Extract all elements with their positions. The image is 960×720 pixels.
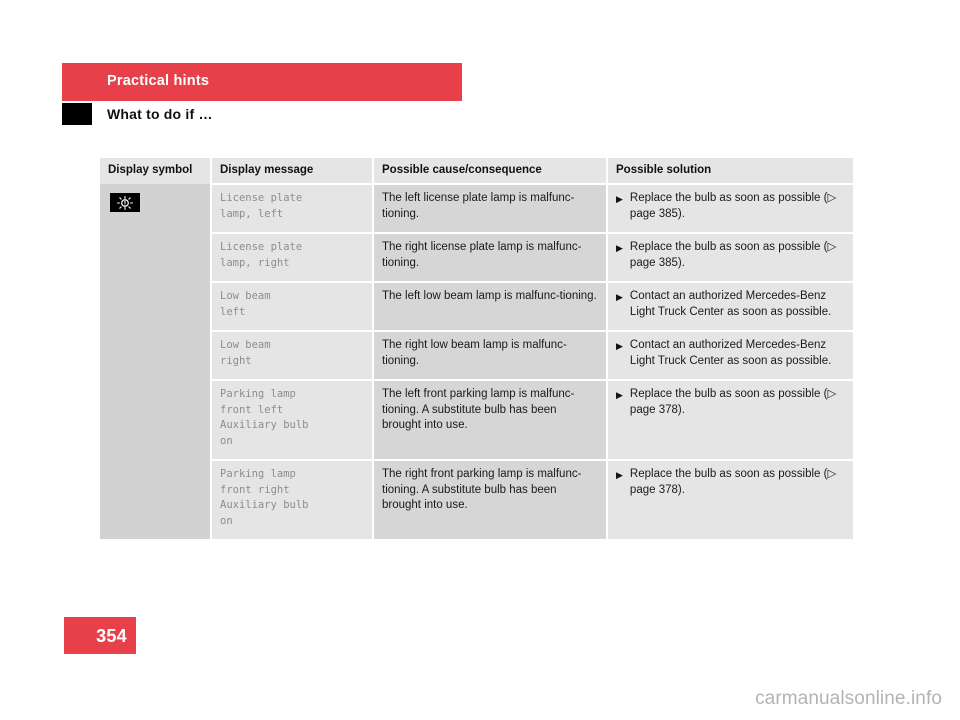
column-header-display-symbol: Display symbol xyxy=(100,158,212,184)
display-message-text: License plate lamp, left xyxy=(220,192,303,220)
column-header-possible-solution: Possible solution xyxy=(607,158,853,184)
bullet-triangle-icon: ▶ xyxy=(616,243,623,253)
solution-text: Replace the bulb as soon as possible (▷ … xyxy=(629,241,837,269)
what-to-do-if-table: Display symbol Display message Possible … xyxy=(100,158,853,539)
possible-solution-cell: ▶ Contact an authorized Mercedes-Benz Lig… xyxy=(607,330,853,380)
display-message-cell: Low beam right xyxy=(211,330,374,380)
table-row: Parking lamp front right Auxiliary bulb … xyxy=(100,459,853,539)
bullet-triangle-icon: ▶ xyxy=(616,341,623,351)
display-message-text: Parking lamp front left Auxiliary bulb o… xyxy=(220,388,309,447)
possible-cause-cell: The right low beam lamp is malfunc‐tioni… xyxy=(373,330,608,380)
possible-cause-text: The left front parking lamp is malfunc‐t… xyxy=(382,388,575,431)
bullet-triangle-icon: ▶ xyxy=(616,390,623,400)
column-header-possible-cause: Possible cause/consequence xyxy=(373,158,608,184)
section-header: What to do if … xyxy=(62,103,462,125)
solution-text: Replace the bulb as soon as possible (▷ … xyxy=(629,388,837,416)
possible-cause-cell: The left license plate lamp is malfunc‐t… xyxy=(373,183,608,233)
display-message-cell: License plate lamp, right xyxy=(211,232,374,282)
section-title: What to do if … xyxy=(107,106,213,122)
possible-cause-text: The right license plate lamp is malfunc‐… xyxy=(382,241,582,269)
display-message-text: License plate lamp, right xyxy=(220,241,303,269)
table-row: Low beam right The right low beam lamp is… xyxy=(100,330,853,380)
display-message-text: Low beam left xyxy=(220,290,271,318)
possible-cause-cell: The left front parking lamp is malfunc‐t… xyxy=(373,379,608,460)
solution-item: ▶ Contact an authorized Mercedes-Benz Lig… xyxy=(616,289,845,320)
table-header-row: Display symbol Display message Possible … xyxy=(100,158,853,184)
solution-text: Contact an authorized Mercedes-Benz Ligh… xyxy=(629,339,832,367)
possible-solution-cell: ▶ Contact an authorized Mercedes-Benz Lig… xyxy=(607,281,853,331)
table-row: License plate lamp, right The right licen… xyxy=(100,232,853,282)
lamp-malfunction-glyph xyxy=(117,195,133,210)
possible-cause-cell: The right license plate lamp is malfunc‐… xyxy=(373,232,608,282)
table-row: Parking lamp front left Auxiliary bulb o… xyxy=(100,379,853,460)
page-number: 354 xyxy=(96,626,127,646)
display-message-cell: License plate lamp, left xyxy=(211,183,374,233)
possible-solution-cell: ▶ Replace the bulb as soon as possible (▷… xyxy=(607,459,853,539)
possible-cause-text: The right low beam lamp is malfunc‐tioni… xyxy=(382,339,567,367)
symbol-wrap xyxy=(100,184,210,212)
bullet-triangle-icon: ▶ xyxy=(616,470,623,480)
solution-text: Contact an authorized Mercedes-Benz Ligh… xyxy=(629,290,832,318)
possible-cause-text: The left license plate lamp is malfunc‐t… xyxy=(382,192,575,220)
solution-item: ▶ Replace the bulb as soon as possible (▷… xyxy=(616,191,845,222)
possible-solution-cell: ▶ Replace the bulb as soon as possible (▷… xyxy=(607,379,853,460)
bullet-triangle-icon: ▶ xyxy=(616,292,623,302)
chapter-header-bar: Practical hints xyxy=(62,63,462,101)
table-row: Low beam left The left low beam lamp is m… xyxy=(100,281,853,331)
solution-text: Replace the bulb as soon as possible (▷ … xyxy=(629,468,837,496)
lamp-malfunction-icon xyxy=(110,193,140,212)
display-message-cell: Parking lamp front left Auxiliary bulb o… xyxy=(211,379,374,460)
display-message-text: Parking lamp front right Auxiliary bulb … xyxy=(220,468,309,527)
display-message-text: Low beam right xyxy=(220,339,271,367)
watermark: carmanualsonline.info xyxy=(755,688,942,709)
display-message-cell: Parking lamp front right Auxiliary bulb … xyxy=(211,459,374,539)
possible-cause-cell: The right front parking lamp is malfunc‐… xyxy=(373,459,608,539)
possible-cause-cell: The left low beam lamp is malfunc‐tionin… xyxy=(373,281,608,331)
solution-item: ▶ Contact an authorized Mercedes-Benz Lig… xyxy=(616,338,845,369)
possible-cause-text: The left low beam lamp is malfunc‐tionin… xyxy=(382,290,597,302)
solution-text: Replace the bulb as soon as possible (▷ … xyxy=(629,192,837,220)
solution-item: ▶ Replace the bulb as soon as possible (▷… xyxy=(616,387,845,418)
column-header-display-message: Display message xyxy=(211,158,374,184)
possible-solution-cell: ▶ Replace the bulb as soon as possible (▷… xyxy=(607,183,853,233)
display-symbol-cell xyxy=(100,184,212,539)
chapter-title: Practical hints xyxy=(107,73,210,89)
possible-cause-text: The right front parking lamp is malfunc‐… xyxy=(382,468,582,511)
display-message-cell: Low beam left xyxy=(211,281,374,331)
section-tab-marker xyxy=(62,103,92,125)
solution-item: ▶ Replace the bulb as soon as possible (▷… xyxy=(616,240,845,271)
bullet-triangle-icon: ▶ xyxy=(616,194,623,204)
table-row: License plate lamp, left The left license… xyxy=(100,183,853,539)
page-number-badge: 354 xyxy=(64,617,136,654)
solution-item: ▶ Replace the bulb as soon as possible (▷… xyxy=(616,467,845,498)
possible-solution-cell: ▶ Replace the bulb as soon as possible (▷… xyxy=(607,232,853,282)
